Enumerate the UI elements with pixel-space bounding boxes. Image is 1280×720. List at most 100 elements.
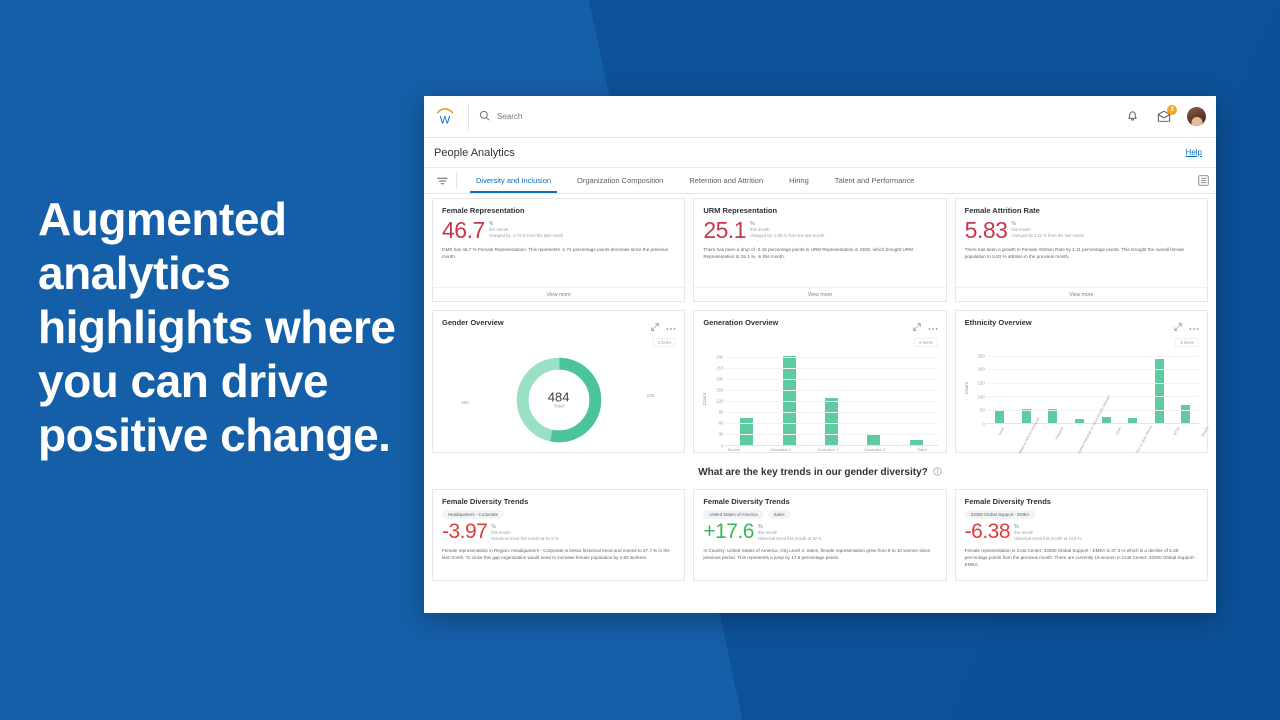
trend-card-united-states-sales: Female Diversity Trends United States of… (693, 489, 946, 581)
view-more-bar[interactable]: View more (694, 287, 945, 301)
kpi-change: changed by -2.48 % from the last month (750, 233, 824, 239)
kpi-card-female-representation: Female Representation 46.7 % this month … (432, 198, 685, 302)
page-title: People Analytics (434, 147, 515, 159)
workday-logo-icon[interactable]: W (432, 104, 458, 130)
kpi-card-female-attrition-rate: Female Attrition Rate 5.83 % this month … (955, 198, 1208, 302)
chart-header: Ethnicity Overview (956, 311, 1207, 347)
plot-area (987, 353, 1199, 424)
view-more-bar[interactable]: View more (956, 287, 1207, 301)
more-options-icon[interactable] (1189, 318, 1199, 336)
y-axis-tick: 0 (982, 422, 984, 427)
dashboard-content: Female Representation 46.7 % this month … (424, 194, 1216, 613)
chart-icons (913, 318, 938, 336)
y-axis-tick: 180 (716, 376, 723, 381)
expand-icon[interactable] (1174, 318, 1182, 336)
y-axis-tick: 100 (978, 394, 985, 399)
bar[interactable] (867, 434, 880, 444)
tab-diversity-and-inclusion[interactable]: Diversity and Inclusion (463, 168, 564, 193)
more-options-icon[interactable] (666, 318, 676, 336)
gridline (987, 383, 1199, 384)
search-container[interactable] (479, 108, 1123, 126)
search-input[interactable] (497, 112, 697, 121)
promo-headline: Augmented analytics highlights where you… (38, 192, 438, 462)
kpi-value-row: 25.1 % this month changed by -2.48 % fro… (703, 218, 936, 242)
help-link[interactable]: Help (1186, 148, 1202, 157)
gridline (725, 379, 937, 380)
x-axis-label: Generation Y (811, 448, 845, 452)
bar[interactable] (1181, 405, 1190, 423)
y-axis-tick: 0 (721, 443, 723, 448)
view-more-label: View more (808, 292, 832, 298)
view-more-bar[interactable]: View more (433, 287, 684, 301)
x-axis-label: Boomer (717, 448, 751, 452)
trend-value-row: +17.6 % this month Historical trend this… (703, 521, 936, 543)
y-axis-tick: 50 (980, 408, 985, 413)
trend-value: +17.6 (703, 521, 754, 543)
bar[interactable] (1128, 418, 1137, 423)
trend-row: Female Diversity Trends Headquarters - C… (432, 489, 1208, 581)
info-icon[interactable] (933, 463, 942, 481)
trend-value: -3.97 (442, 521, 487, 543)
tab-retention-and-attrition[interactable]: Retention and Attrition (676, 168, 776, 193)
chart-row: Gender Overview (432, 310, 1208, 453)
card-title: URM Representation (703, 206, 936, 215)
chart-header: Gender Overview (433, 311, 684, 347)
tag-list: United States of America Sales (703, 510, 936, 519)
chart-title: Gender Overview (442, 318, 504, 327)
trend-card-global-support-emea: Female Diversity Trends 33300 Global Sup… (955, 489, 1208, 581)
bar[interactable] (910, 440, 923, 445)
expand-icon[interactable] (651, 318, 659, 336)
list-view-icon[interactable] (1190, 168, 1216, 193)
tabs-divider (456, 172, 457, 189)
trend-card-headquarters-corporate: Female Diversity Trends Headquarters - C… (432, 489, 685, 581)
chart-card-gender-overview: Gender Overview (432, 310, 685, 453)
y-axis-title: Count (702, 393, 707, 405)
bar[interactable] (825, 398, 838, 445)
tab-bar: Diversity and Inclusion Organization Com… (424, 168, 1216, 194)
gridline (987, 410, 1199, 411)
trend-description: In Country: United States of America, Or… (703, 547, 936, 561)
tag: 33300 Global Support - EMEA (965, 510, 1036, 519)
bar[interactable] (1048, 409, 1057, 423)
card-title: Female Diversity Trends (703, 497, 936, 506)
more-options-icon[interactable] (928, 318, 938, 336)
kpi-row: Female Representation 46.7 % this month … (432, 198, 1208, 302)
chart-header-actions: 5 items (913, 318, 938, 347)
expand-icon[interactable] (913, 318, 921, 336)
y-axis-tick: 210 (716, 365, 723, 370)
generation-plot[interactable]: Count 0306090120150180210240 (694, 347, 945, 448)
tabs: Diversity and Inclusion Organization Com… (463, 168, 1190, 193)
filter-icon[interactable] (430, 168, 454, 193)
donut-center-value: 484 (548, 390, 570, 404)
kpi-meta: % this month changed by -2.48 % from the… (750, 218, 824, 239)
tag-list: Headquarters - Corporate (442, 510, 675, 519)
y-axis-tick: 150 (978, 381, 985, 386)
x-axis-labels: AsianBlack or African AmericanHispanicNa… (974, 426, 1207, 452)
bell-icon[interactable] (1123, 108, 1141, 126)
trend-subtext: Historical trend this month at 51.6 % (491, 536, 558, 542)
y-axis-tick: 30 (719, 432, 724, 437)
donut-chart[interactable]: 484 Total 258 226 (433, 347, 684, 452)
y-axis: 0306090120150180210240 (709, 353, 725, 446)
tab-hiring[interactable]: Hiring (776, 168, 822, 193)
bar[interactable] (995, 410, 1004, 423)
x-axis-label: Silent (905, 448, 939, 452)
ethnicity-plot[interactable]: Count 050100150200250 (956, 347, 1207, 426)
card-title: Female Representation (442, 206, 675, 215)
gridline (987, 356, 1199, 357)
avatar[interactable] (1187, 107, 1206, 126)
gridline (725, 357, 937, 358)
bar[interactable] (1022, 409, 1031, 423)
tab-organization-composition[interactable]: Organization Composition (564, 168, 676, 193)
donut-center: 484 Total (548, 390, 570, 409)
bar[interactable] (1075, 419, 1084, 423)
inbox-icon[interactable]: 3 (1155, 108, 1173, 126)
trend-subtext: Historical trend this month at 43.6 % (1014, 536, 1081, 542)
card-title: Female Diversity Trends (442, 497, 675, 506)
bar[interactable] (1102, 417, 1111, 423)
gridline (725, 390, 937, 391)
tab-talent-and-performance[interactable]: Talent and Performance (822, 168, 928, 193)
chart-icons (651, 318, 676, 336)
tag: Headquarters - Corporate (442, 510, 504, 519)
view-more-label: View more (1069, 292, 1093, 298)
